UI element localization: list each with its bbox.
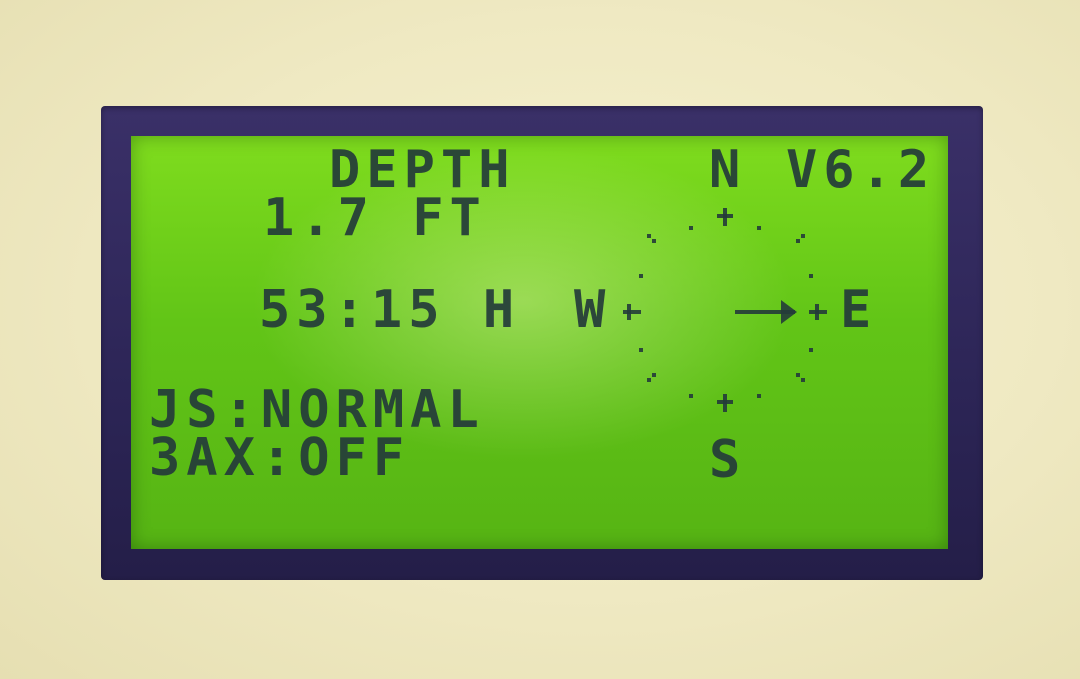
three-axis-status: 3AX:OFF bbox=[149, 428, 411, 488]
lcd-screen: DEPTH N V6.2 1.7 FT 53:15 H W E JS:NORMA… bbox=[131, 136, 948, 549]
depth-value: 1.7 bbox=[263, 188, 375, 248]
heading-needle-icon bbox=[735, 300, 827, 324]
depth-readout: 1.7 FT bbox=[263, 192, 487, 244]
west-arrow-icon bbox=[623, 304, 641, 320]
runtime-hours: 53:15 H bbox=[259, 280, 521, 340]
depth-unit: FT bbox=[412, 188, 487, 248]
compass-rose-icon bbox=[623, 208, 827, 412]
